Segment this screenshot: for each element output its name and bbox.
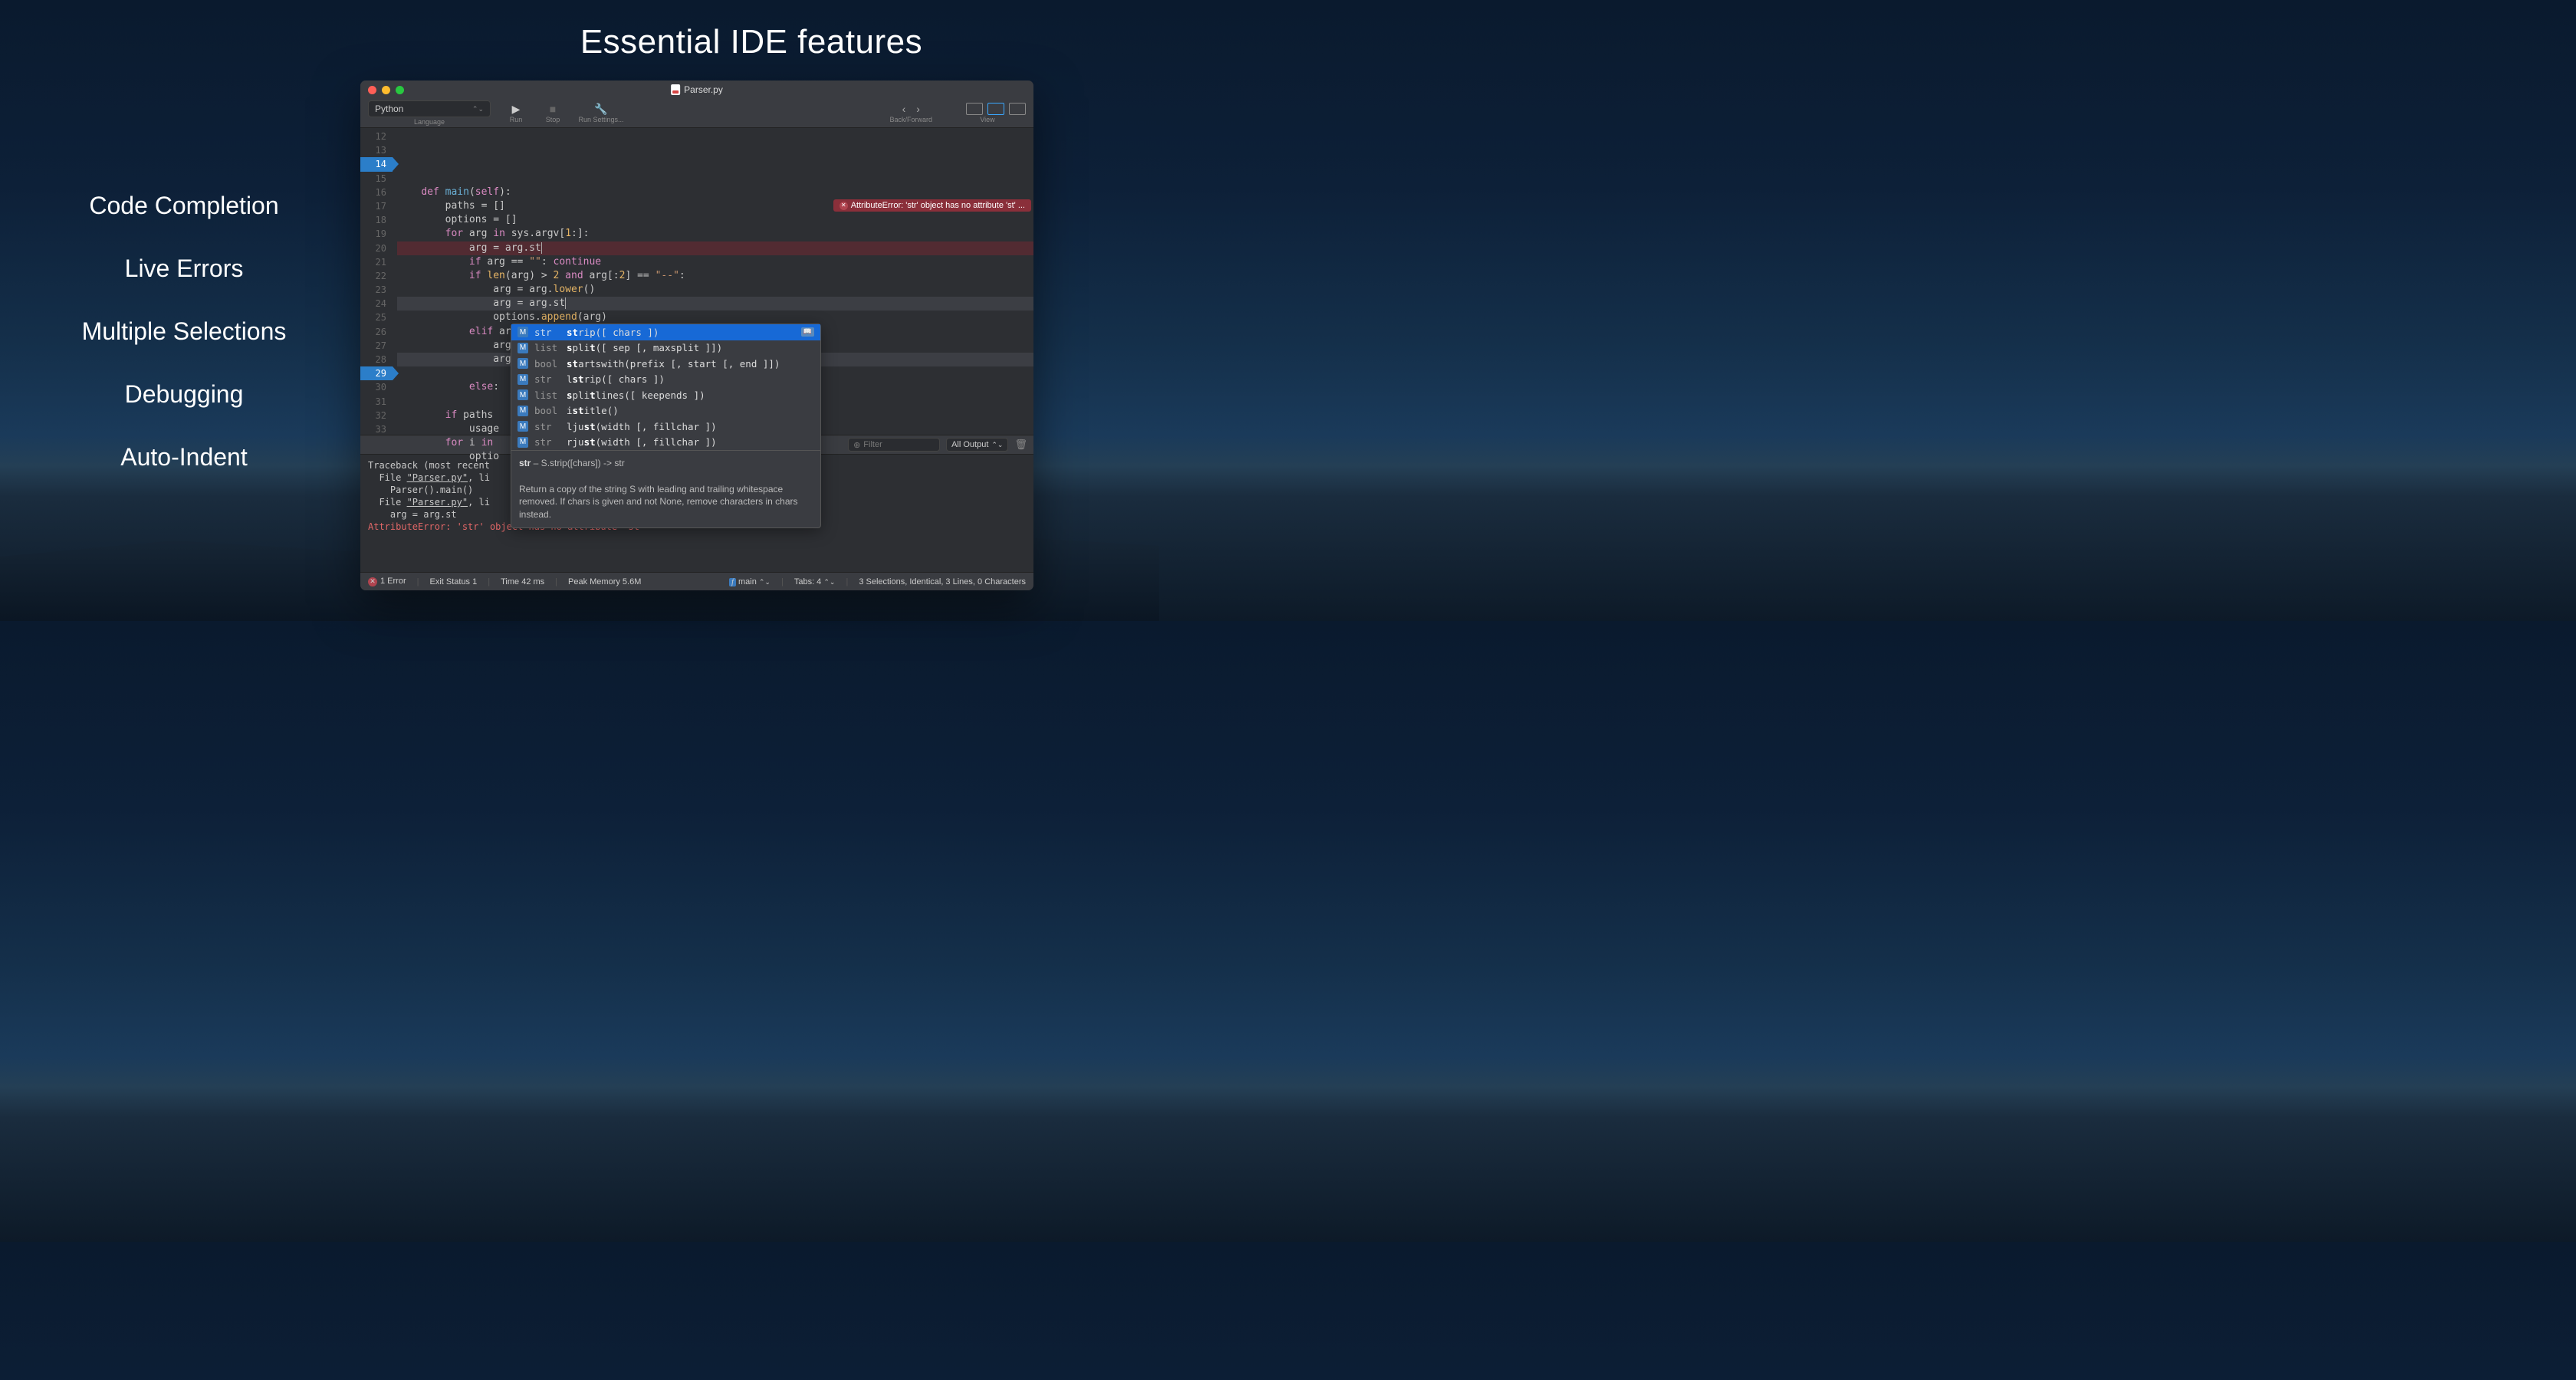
code-line[interactable]: options.append(arg) <box>397 310 1033 324</box>
selection-status: 3 Selections, Identical, 3 Lines, 0 Char… <box>859 577 1026 586</box>
titlebar[interactable]: Parser.py <box>360 80 1033 99</box>
line-number[interactable]: 12 <box>360 130 386 143</box>
file-icon <box>671 84 680 95</box>
window-title: Parser.py <box>671 84 723 95</box>
tabs-indicator[interactable]: Tabs: 4 ⌃⌄ <box>794 577 836 586</box>
file-link[interactable]: "Parser.py" <box>407 497 468 508</box>
line-number[interactable]: 13 <box>360 143 386 157</box>
line-number[interactable]: 20 <box>360 242 386 255</box>
inline-error-badge[interactable]: ✕ AttributeError: 'str' object has no at… <box>833 199 1031 212</box>
method-badge-icon: M <box>518 437 528 448</box>
code-line[interactable]: arg = arg.lower() <box>397 283 1033 297</box>
error-count[interactable]: ✕1 Error <box>368 577 406 586</box>
feature-item: Debugging <box>46 380 322 409</box>
ide-window: Parser.py Python ⌃⌄ Language ▶ Run ■ Sto… <box>360 80 1033 590</box>
close-icon[interactable] <box>368 86 376 94</box>
feature-item: Multiple Selections <box>46 317 322 346</box>
method-badge-icon: M <box>518 389 528 400</box>
code-editor[interactable]: 1213141516171819202122232425262728293031… <box>360 128 1033 435</box>
line-number[interactable]: 32 <box>360 409 386 422</box>
line-number[interactable]: 17 <box>360 199 386 213</box>
line-number[interactable]: 15 <box>360 172 386 186</box>
line-number[interactable]: 24 <box>360 297 386 310</box>
completion-item[interactable]: Mboolistitle() <box>511 403 820 419</box>
completion-item[interactable]: Mlistsplitlines([ keepends ]) <box>511 387 820 403</box>
completion-doc: str – S.strip([chars]) -> strReturn a co… <box>511 450 820 527</box>
line-number[interactable]: 31 <box>360 395 386 409</box>
feature-item: Code Completion <box>46 192 322 220</box>
code-line[interactable]: if len(arg) > 2 and arg[:2] == "--": <box>397 269 1033 283</box>
back-button[interactable]: ‹ <box>902 103 906 115</box>
minimize-icon[interactable] <box>382 86 390 94</box>
line-number[interactable]: 16 <box>360 186 386 199</box>
line-number[interactable]: 23 <box>360 283 386 297</box>
method-badge-icon: M <box>518 374 528 385</box>
line-number[interactable]: 33 <box>360 422 386 436</box>
stop-button[interactable]: ■ Stop <box>541 103 564 123</box>
language-label: Language <box>368 118 491 126</box>
function-indicator[interactable]: f main ⌃⌄ <box>729 577 770 586</box>
code-line[interactable]: arg = arg.st <box>397 297 1033 310</box>
code-line[interactable]: for arg in sys.argv[1:]: <box>397 227 1033 241</box>
exit-status: Exit Status 1 <box>429 577 477 586</box>
view-group: View <box>949 103 1026 123</box>
completion-popup: Mstrstrip([ chars ])📖Mlistsplit([ sep [,… <box>511 324 821 528</box>
view-layout-2[interactable] <box>987 103 1004 115</box>
time-status: Time 42 ms <box>501 577 544 586</box>
language-select[interactable]: Python ⌃⌄ <box>368 100 491 117</box>
line-number[interactable]: 14 <box>360 157 393 171</box>
features-list: Code Completion Live Errors Multiple Sel… <box>46 192 322 506</box>
method-badge-icon: M <box>518 421 528 432</box>
code-line[interactable]: def main(self): <box>397 186 1033 199</box>
play-icon: ▶ <box>512 103 521 115</box>
line-number[interactable]: 30 <box>360 380 386 394</box>
completion-item[interactable]: Mstrrjust(width [, fillchar ]) <box>511 435 820 451</box>
filename: Parser.py <box>684 84 723 95</box>
code-line[interactable]: arg = arg.st <box>397 242 1033 255</box>
window-controls <box>368 86 404 94</box>
line-gutter[interactable]: 1213141516171819202122232425262728293031… <box>360 128 393 435</box>
line-number[interactable]: 18 <box>360 213 386 227</box>
line-number[interactable]: 19 <box>360 227 386 241</box>
code-line[interactable]: options = [] <box>397 213 1033 227</box>
feature-item: Live Errors <box>46 255 322 283</box>
completion-item[interactable]: Mstrstrip([ chars ])📖 <box>511 324 820 340</box>
line-number[interactable]: 25 <box>360 310 386 324</box>
doc-icon[interactable]: 📖 <box>801 327 814 337</box>
view-layout-3[interactable] <box>1009 103 1026 115</box>
view-layout-1[interactable] <box>966 103 983 115</box>
zoom-icon[interactable] <box>396 86 404 94</box>
memory-status: Peak Memory 5.6M <box>568 577 641 586</box>
status-bar: ✕1 Error | Exit Status 1 | Time 42 ms | … <box>360 572 1033 590</box>
method-badge-icon: M <box>518 343 528 353</box>
line-number[interactable]: 21 <box>360 255 386 269</box>
completion-item[interactable]: Mboolstartswith(prefix [, start [, end ]… <box>511 356 820 372</box>
page-title: Essential IDE features <box>475 23 1027 61</box>
method-badge-icon: M <box>518 358 528 369</box>
method-badge-icon: M <box>518 327 528 337</box>
forward-button[interactable]: › <box>916 103 920 115</box>
run-button[interactable]: ▶ Run <box>504 103 527 123</box>
line-number[interactable]: 26 <box>360 325 386 339</box>
stop-icon: ■ <box>550 103 556 115</box>
line-number[interactable]: 22 <box>360 269 386 283</box>
chevron-updown-icon: ⌃⌄ <box>472 105 484 113</box>
completion-item[interactable]: Mlistsplit([ sep [, maxsplit ]]) <box>511 340 820 356</box>
line-number[interactable]: 28 <box>360 353 386 366</box>
completion-item[interactable]: Mstrljust(width [, fillchar ]) <box>511 419 820 435</box>
back-forward-group: ‹ › Back/Forward <box>889 103 932 123</box>
toolbar: Python ⌃⌄ Language ▶ Run ■ Stop 🔧 Run Se… <box>360 99 1033 128</box>
wrench-icon: 🔧 <box>594 103 607 115</box>
run-settings-button[interactable]: 🔧 Run Settings... <box>578 103 624 123</box>
error-icon: ✕ <box>840 202 848 210</box>
code-line[interactable]: if arg == "": continue <box>397 255 1033 269</box>
line-number[interactable]: 29 <box>360 366 393 380</box>
method-badge-icon: M <box>518 406 528 416</box>
feature-item: Auto-Indent <box>46 443 322 472</box>
code-line[interactable] <box>397 172 1033 186</box>
line-number[interactable]: 27 <box>360 339 386 353</box>
completion-item[interactable]: Mstrlstrip([ chars ]) <box>511 372 820 388</box>
